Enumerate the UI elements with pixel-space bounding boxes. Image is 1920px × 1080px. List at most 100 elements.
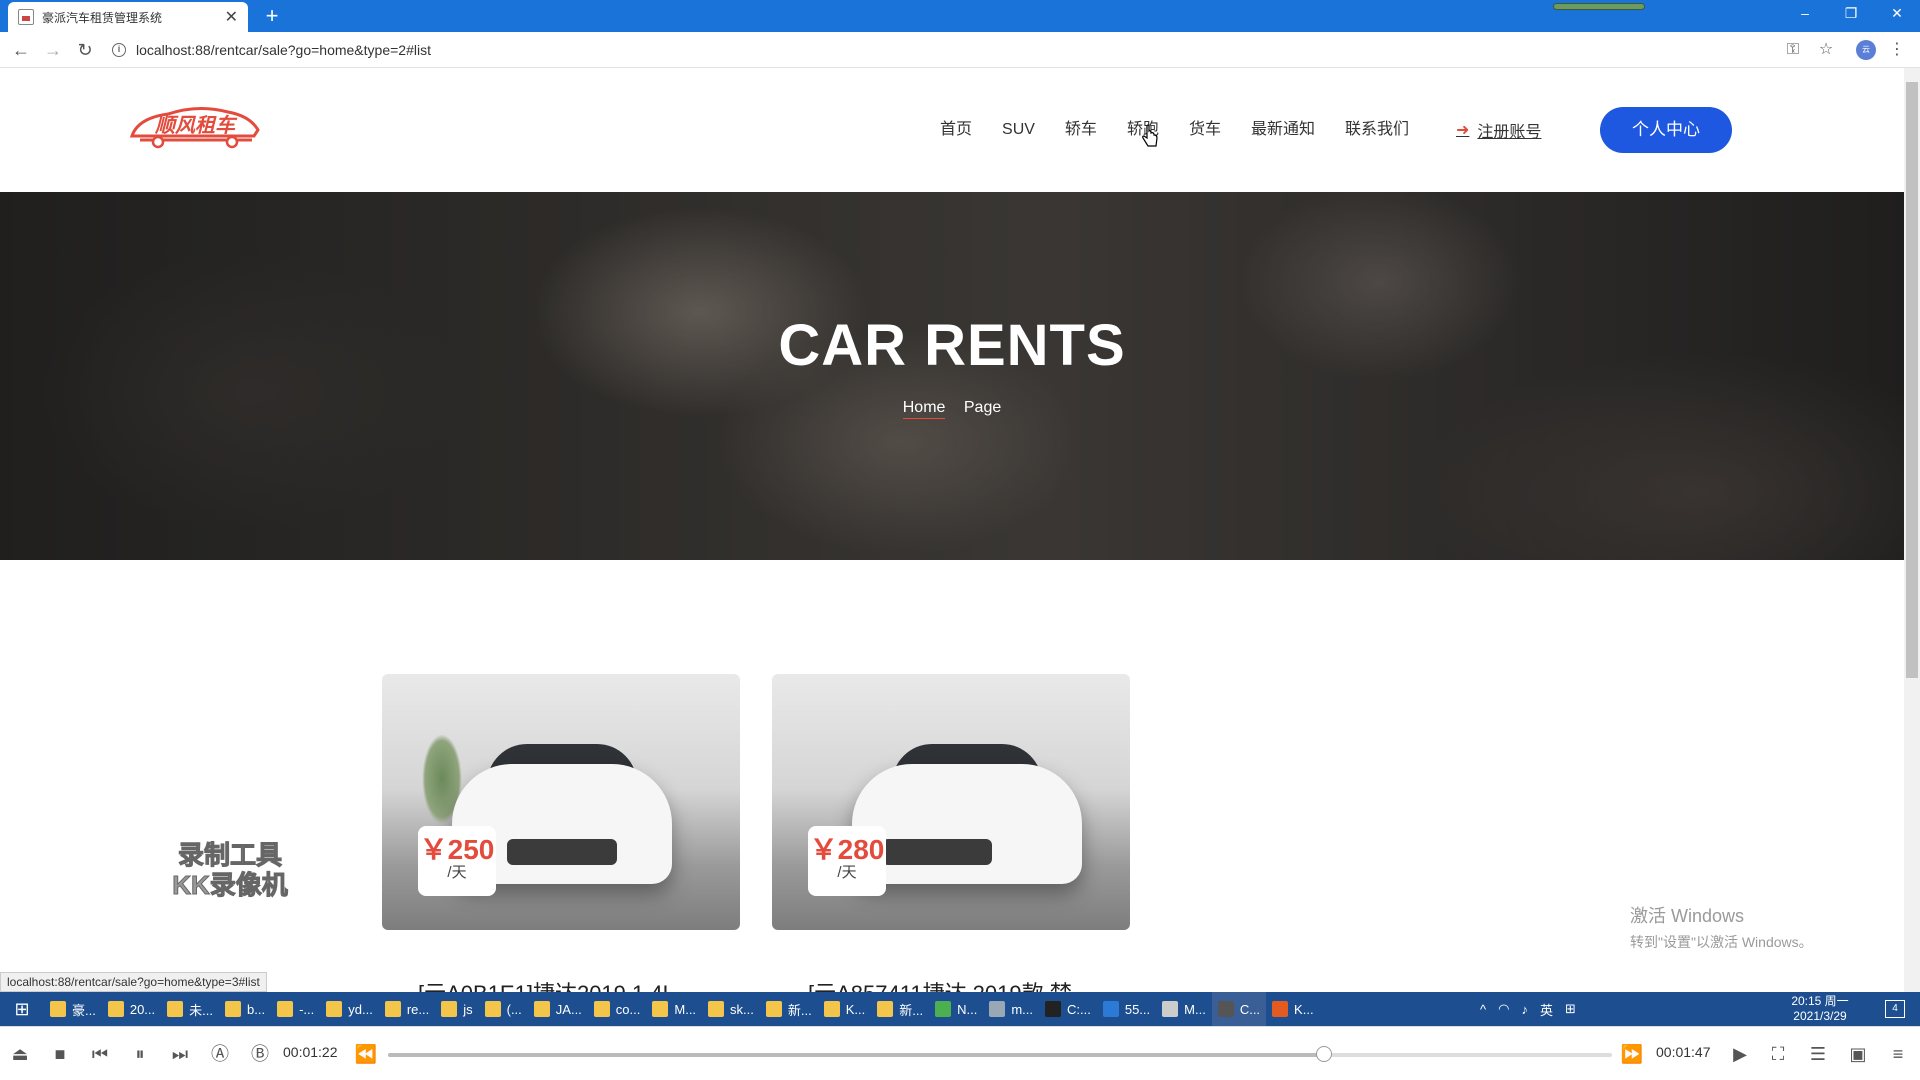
minimize-button[interactable]: – xyxy=(1782,0,1828,28)
url-field[interactable]: i localhost:88/rentcar/sale?go=home&type… xyxy=(112,37,1812,63)
profile-center-button[interactable]: 个人中心 xyxy=(1600,107,1732,153)
snapshot-icon[interactable]: ▣ xyxy=(1846,1042,1870,1066)
taskbar-item[interactable]: 新... xyxy=(871,992,929,1026)
next-frame-icon[interactable]: ⏭ xyxy=(168,1042,192,1066)
browser-profile-avatar[interactable]: 云 xyxy=(1856,40,1876,60)
windows-activation-watermark: 激活 Windows 转到"设置"以激活 Windows。 xyxy=(1630,902,1813,952)
taskbar-item[interactable]: re... xyxy=(379,992,435,1026)
rewind-icon[interactable]: ⏪ xyxy=(354,1042,378,1066)
settings-icon[interactable]: ☰ xyxy=(1806,1042,1830,1066)
volume-icon[interactable]: ♪ xyxy=(1521,1002,1528,1017)
register-label: 注册账号 xyxy=(1477,124,1542,141)
taskbar-items: 豪... 20... 未... b... -... yd... re... js (... JA.… xyxy=(44,992,1320,1026)
taskbar-item[interactable]: C:... xyxy=(1039,992,1097,1026)
site-logo[interactable]: 顺风租车 xyxy=(128,100,262,152)
network-icon[interactable]: ◠ xyxy=(1498,1001,1509,1017)
nav-truck[interactable]: 货车 xyxy=(1189,118,1221,142)
taskbar-item[interactable]: K... xyxy=(1266,992,1320,1026)
browser-menu-icon[interactable]: ⋮ xyxy=(1884,37,1910,63)
price-tag: ￥280 /天 xyxy=(808,826,886,896)
nav-sedan[interactable]: 轿车 xyxy=(1065,118,1097,142)
back-arrow-icon[interactable]: ← xyxy=(8,37,34,63)
taskbar-app-icon xyxy=(1102,1001,1119,1017)
taskbar-item[interactable]: 豪... xyxy=(44,992,102,1026)
fullscreen-icon[interactable]: ⛶ xyxy=(1766,1042,1790,1066)
mark-a-icon[interactable]: Ⓐ xyxy=(208,1042,232,1066)
taskbar-item[interactable]: M... xyxy=(1156,992,1212,1026)
scrollbar-thumb[interactable] xyxy=(1906,82,1918,678)
taskbar-app-icon xyxy=(593,1001,610,1017)
nav-suv[interactable]: SUV xyxy=(1002,118,1035,142)
breadcrumb-home[interactable]: Home xyxy=(902,399,946,419)
total-time: 00:01:47 xyxy=(1656,1044,1711,1060)
taskbar-item[interactable]: M... xyxy=(646,992,702,1026)
taskbar-item[interactable]: 新... xyxy=(760,992,818,1026)
taskbar-app-icon xyxy=(167,1001,184,1017)
eject-icon[interactable]: ⏏ xyxy=(8,1042,32,1066)
taskbar-app-icon xyxy=(107,1001,124,1017)
taskbar-item[interactable]: JA... xyxy=(528,992,588,1026)
taskbar-item-label: 55... xyxy=(1124,1001,1151,1017)
play-icon[interactable]: ▶ xyxy=(1728,1042,1752,1066)
mark-b-icon[interactable]: Ⓑ xyxy=(248,1042,272,1066)
bookmark-star-icon[interactable]: ☆ xyxy=(1813,37,1839,63)
taskbar-app-icon xyxy=(877,1001,894,1017)
taskbar-clock[interactable]: 20:15 周一 2021/3/29 xyxy=(1776,994,1864,1024)
taskbar-item[interactable]: (... xyxy=(479,992,528,1026)
taskbar-item-label: N... xyxy=(957,1001,978,1017)
price-tag: ￥250 /天 xyxy=(418,826,496,896)
taskbar-item[interactable]: -... xyxy=(271,992,320,1026)
key-icon[interactable]: ⚿ xyxy=(1780,37,1806,63)
nav-home[interactable]: 首页 xyxy=(940,118,972,142)
ime-grid-icon[interactable]: ⊞ xyxy=(1565,1001,1576,1017)
taskbar-item[interactable]: 55... xyxy=(1097,992,1156,1026)
stop-icon[interactable]: ■ xyxy=(48,1042,72,1066)
nav-contact[interactable]: 联系我们 xyxy=(1345,118,1409,142)
current-time: 00:01:22 xyxy=(283,1044,338,1060)
car-card[interactable]: ￥250 /天 xyxy=(382,674,740,930)
ime-language[interactable]: 英 xyxy=(1540,1000,1553,1019)
taskbar-item[interactable]: 20... xyxy=(102,992,161,1026)
breadcrumb: Home Page xyxy=(0,399,1904,419)
taskbar-item[interactable]: b... xyxy=(219,992,271,1026)
tab-favicon-icon xyxy=(18,9,34,25)
restore-button[interactable]: ❐ xyxy=(1828,0,1874,28)
windows-start-icon[interactable]: ⊞ xyxy=(0,992,44,1026)
browser-tab[interactable]: 豪派汽车租赁管理系统 ✕ xyxy=(8,2,248,32)
taskbar-item[interactable]: sk... xyxy=(702,992,760,1026)
site-info-icon[interactable]: i xyxy=(112,43,126,57)
close-window-button[interactable]: ✕ xyxy=(1874,0,1920,28)
fast-forward-icon[interactable]: ⏩ xyxy=(1620,1042,1644,1066)
taskbar-item[interactable]: js xyxy=(435,992,478,1026)
taskbar-item[interactable]: 未... xyxy=(161,992,219,1026)
car-card[interactable]: ￥280 /天 xyxy=(772,674,1130,930)
taskbar-item-label: C... xyxy=(1239,1001,1261,1017)
taskbar-item[interactable]: C... xyxy=(1211,992,1267,1026)
taskbar-item[interactable]: N... xyxy=(929,992,983,1026)
activation-subtitle: 转到"设置"以激活 Windows。 xyxy=(1630,934,1813,950)
taskbar-item-label: K... xyxy=(845,1001,866,1017)
notification-center-icon[interactable]: 4 xyxy=(1885,1000,1905,1018)
taskbar-item-label: yd... xyxy=(348,1001,373,1017)
taskbar-item[interactable]: m... xyxy=(983,992,1039,1026)
prev-icon[interactable]: ⏮ xyxy=(88,1042,112,1066)
taskbar-app-icon xyxy=(277,1001,294,1017)
pause-icon[interactable]: ⏸ xyxy=(128,1042,152,1066)
reload-icon[interactable]: ↻ xyxy=(72,37,98,63)
car-image[interactable]: ￥280 /天 xyxy=(772,674,1130,930)
car-image[interactable]: ￥250 /天 xyxy=(382,674,740,930)
new-tab-button[interactable]: + xyxy=(258,2,286,30)
url-text: localhost:88/rentcar/sale?go=home&type=2… xyxy=(136,42,431,58)
taskbar-item[interactable]: yd... xyxy=(320,992,379,1026)
playlist-icon[interactable]: ≡ xyxy=(1886,1042,1910,1066)
taskbar-item[interactable]: co... xyxy=(588,992,647,1026)
forward-arrow-icon[interactable]: → xyxy=(40,37,66,63)
logo-text: 顺风租车 xyxy=(154,113,238,137)
tab-close-icon[interactable]: ✕ xyxy=(225,7,238,27)
status-bar-url: localhost:88/rentcar/sale?go=home&type=3… xyxy=(0,972,267,992)
nav-notices[interactable]: 最新通知 xyxy=(1251,118,1315,142)
register-link[interactable]: ➜ 注册账号 xyxy=(1456,118,1541,142)
taskbar-app-icon xyxy=(708,1001,725,1017)
tray-up-arrow-icon[interactable]: ^ xyxy=(1480,1002,1486,1017)
taskbar-item[interactable]: K... xyxy=(818,992,872,1026)
